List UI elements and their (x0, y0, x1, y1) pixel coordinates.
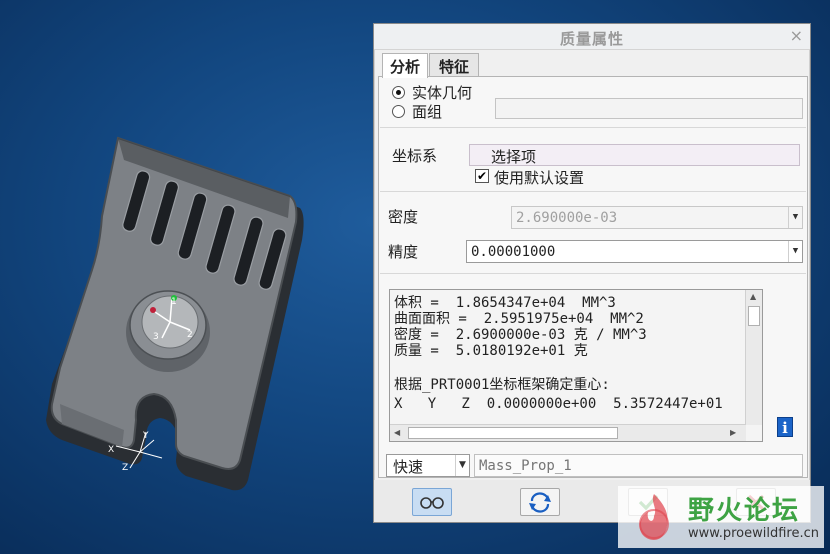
scroll-left-icon[interactable]: ◀ (394, 428, 400, 437)
watermark-title: 野火论坛 (688, 496, 801, 526)
tab-feature[interactable]: 特征 (429, 53, 479, 77)
world-csys-z: Z (122, 463, 128, 473)
results-density: 密度 = 2.6900000e-03 克 / MM^3 (394, 327, 647, 343)
dialog-title: 质量属性 (559, 30, 624, 48)
info-icon[interactable]: i (777, 417, 793, 437)
csys-label-2: 2 (187, 330, 193, 340)
close-icon[interactable]: × (790, 26, 803, 45)
divider (380, 273, 806, 274)
chevron-down-icon[interactable]: ▼ (455, 455, 469, 476)
divider (380, 191, 806, 192)
solid-geometry-radio[interactable] (392, 86, 405, 99)
watermark-url: www.proewildfire.cn (688, 526, 819, 541)
scroll-right-icon[interactable]: ▶ (730, 428, 736, 437)
results-surface-area: 曲面面积 = 2.5951975e+04 MM^2 (394, 311, 644, 327)
quilt-radio[interactable] (392, 105, 405, 118)
solid-geometry-label: 实体几何 (412, 84, 473, 102)
repeat-button[interactable] (520, 488, 560, 516)
chevron-down-icon[interactable]: ▼ (788, 241, 802, 262)
world-csys-y: Y (142, 431, 149, 441)
use-default-label: 使用默认设置 (494, 169, 585, 187)
accuracy-value: 0.00001000 (471, 244, 556, 260)
accuracy-label: 精度 (388, 243, 419, 261)
results-mass: 质量 = 5.0180192e+01 克 (394, 343, 588, 359)
preview-button[interactable] (412, 488, 452, 516)
world-csys-x: X (108, 445, 114, 455)
quilt-label: 面组 (412, 103, 443, 121)
dialog-titlebar[interactable]: 质量属性 × (374, 24, 810, 50)
density-label: 密度 (388, 208, 419, 226)
accuracy-field[interactable]: 0.00001000 ▼ (466, 240, 803, 263)
mode-value: 快速 (393, 458, 424, 476)
results-cog-heading: 根据_PRT0001坐标框架确定重心: (394, 377, 610, 393)
density-field: 2.690000e-03 ▼ (511, 206, 803, 229)
mode-dropdown[interactable]: 快速 ▼ (386, 454, 470, 477)
density-value: 2.690000e-03 (516, 210, 618, 226)
vertical-scrollbar[interactable]: ▲ (745, 290, 762, 425)
quilt-collector[interactable] (495, 98, 803, 119)
repeat-arrows-icon (529, 492, 551, 513)
csys-label-3: 3 (153, 332, 159, 342)
horizontal-scrollbar[interactable]: ◀ ▶ (390, 424, 746, 441)
results-cog-values: X Y Z 0.0000000e+00 5.3572447e+01 (394, 396, 723, 412)
tab-analysis[interactable]: 分析 (382, 53, 428, 78)
csys-label-1: 1 (171, 297, 177, 307)
results-volume: 体积 = 1.8654347e+04 MM^3 (394, 295, 616, 311)
flame-logo-icon (639, 494, 669, 540)
results-area[interactable]: 体积 = 1.8654347e+04 MM^3 曲面面积 = 2.5951975… (389, 289, 763, 442)
chevron-down-icon: ▼ (788, 207, 802, 228)
csys-select-label: 选择项 (491, 148, 537, 166)
csys-collector[interactable]: 选择项 (469, 144, 800, 166)
vertical-scroll-thumb[interactable] (748, 306, 760, 326)
analysis-name-input[interactable] (474, 454, 803, 477)
use-default-checkbox[interactable]: ✔ (475, 169, 489, 183)
mass-properties-dialog: 质量属性 × 分析 特征 实体几何 面组 坐标系 选择项 ✔ 使用默认设置 密度… (373, 23, 811, 523)
horizontal-scroll-thumb[interactable] (408, 427, 618, 439)
divider (380, 127, 806, 128)
glasses-icon (420, 497, 444, 509)
scroll-up-icon[interactable]: ▲ (750, 292, 756, 301)
forum-watermark: 野火论坛 www.proewildfire.cn (618, 486, 824, 548)
csys-label: 坐标系 (392, 147, 438, 165)
